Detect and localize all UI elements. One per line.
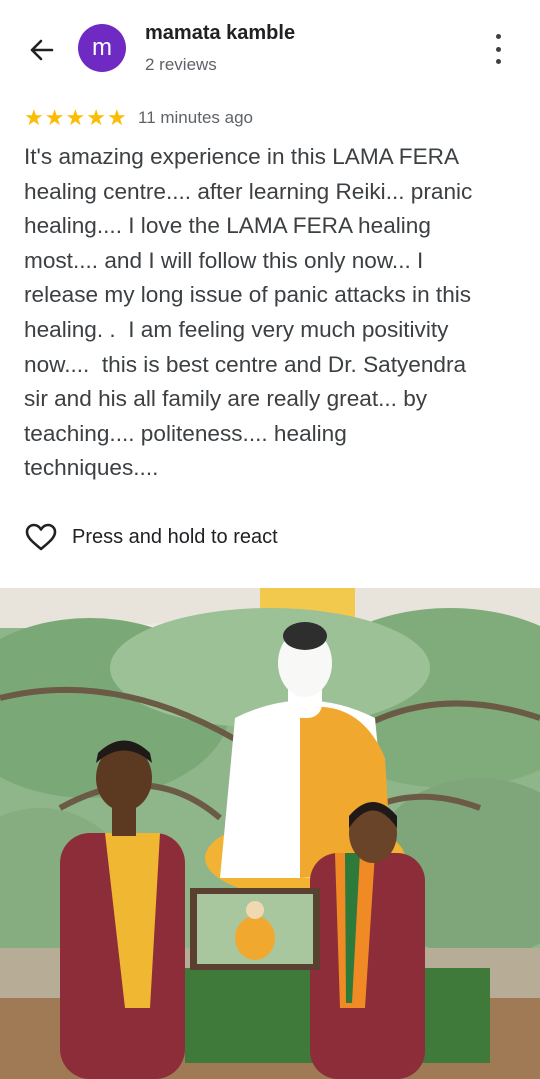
reviewer-name[interactable]: mamata kamble <box>145 22 295 45</box>
avatar[interactable]: m <box>78 24 126 72</box>
star-icon: ★ <box>65 105 86 130</box>
star-icon: ★ <box>86 105 106 130</box>
review-time: 11 minutes ago <box>138 108 253 127</box>
arrow-back-icon <box>30 39 54 61</box>
star-icon: ★ <box>24 105 44 130</box>
more-options-button[interactable] <box>484 34 512 64</box>
star-icon: ★ <box>106 105 127 130</box>
review-count: 2 reviews <box>145 55 217 74</box>
more-vert-icon <box>495 34 501 39</box>
star-rating: ★ ★ ★ ★ ★ <box>24 107 127 129</box>
react-label: Press and hold to react <box>72 525 278 548</box>
back-button[interactable] <box>24 32 60 68</box>
heart-outline-icon <box>25 523 57 551</box>
avatar-letter: m <box>92 34 112 61</box>
review-text: It's amazing experience in this LAMA FER… <box>24 144 473 481</box>
review-photo[interactable] <box>0 588 540 1079</box>
star-icon: ★ <box>44 105 65 130</box>
react-button[interactable]: Press and hold to react <box>24 522 278 552</box>
